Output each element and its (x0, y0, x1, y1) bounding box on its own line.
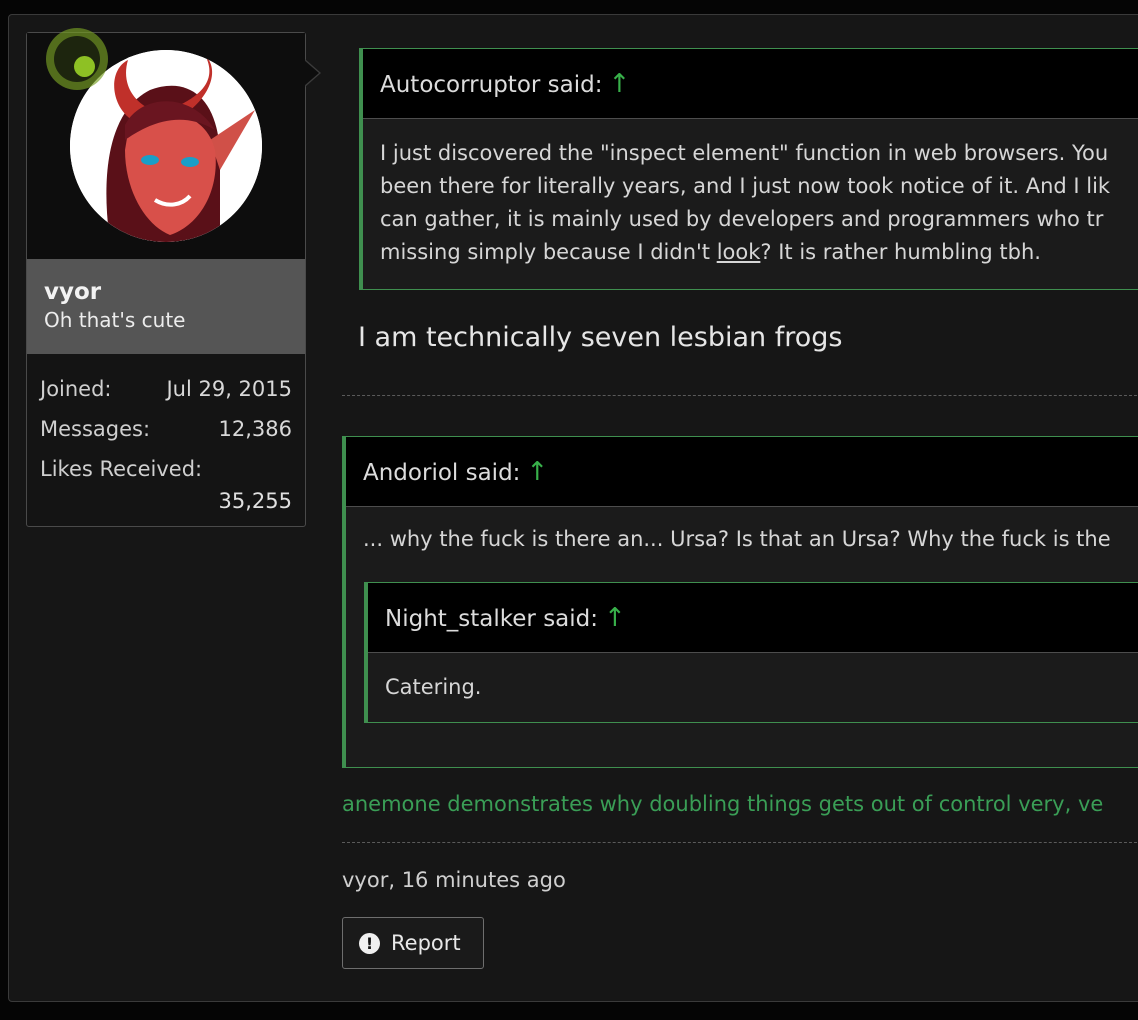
quote-header: Andoriol said: ↑ (346, 437, 1138, 507)
post-message-text: I am technically seven lesbian frogs (358, 322, 843, 353)
quote-autocorruptor: Autocorruptor said: ↑ I just discovered t… (359, 48, 1138, 290)
jump-to-quote-arrow-icon[interactable]: ↑ (604, 603, 626, 633)
stat-likes-value: 35,255 (218, 489, 292, 513)
quote-text: missing simply because I didn't (380, 240, 717, 264)
exclamation-icon: ! (359, 932, 380, 954)
user-signature: anemone demonstrates why doubling things… (342, 792, 1104, 816)
quote-line: been there for literally years, and I ju… (380, 174, 1111, 198)
quote-night-stalker: Night_stalker said: ↑ Catering. (364, 582, 1138, 723)
report-button[interactable]: ! Report (342, 917, 484, 969)
stat-messages-value[interactable]: 12,386 (219, 409, 292, 449)
stat-joined-label: Joined: (40, 377, 112, 401)
stat-likes: Likes Received: (40, 449, 292, 489)
quote-body: I just discovered the "inspect element" … (363, 119, 1138, 269)
avatar-pointer-arrow (304, 59, 321, 87)
quote-body: ... why the fuck is there an... Ursa? Is… (363, 527, 1111, 551)
quote-author: Andoriol said: (363, 460, 521, 486)
user-card: vyor Oh that's cute Joined: Jul 29, 2015… (26, 28, 321, 527)
username-link[interactable]: vyor (44, 277, 305, 307)
stat-joined-value: Jul 29, 2015 (166, 377, 292, 401)
stat-messages-label: Messages: (40, 417, 151, 441)
quote-header: Night_stalker said: ↑ (368, 583, 1138, 653)
quote-line: I just discovered the "inspect element" … (380, 141, 1109, 165)
quote-line: missing simply because I didn't look? It… (380, 236, 1138, 269)
stat-joined: Joined: Jul 29, 2015 (40, 369, 292, 409)
divider (342, 395, 1138, 396)
jump-to-quote-arrow-icon[interactable]: ↑ (526, 457, 548, 487)
divider (342, 842, 1138, 843)
report-label: Report (391, 931, 461, 955)
stat-likes-label: Likes Received: (40, 457, 203, 481)
quote-body: Catering. (385, 675, 482, 699)
quote-author: Night_stalker said: (385, 606, 599, 632)
jump-to-quote-arrow-icon[interactable]: ↑ (608, 69, 630, 99)
post-meta-author-time[interactable]: vyor, 16 minutes ago (342, 868, 566, 892)
online-status-dot-icon (74, 56, 95, 77)
user-name-block: vyor Oh that's cute (27, 259, 305, 354)
user-title: Oh that's cute (44, 308, 186, 332)
stat-messages: Messages: 12,386 (40, 409, 292, 449)
look-link[interactable]: look (717, 240, 761, 264)
quote-header: Autocorruptor said: ↑ (363, 49, 1138, 119)
avatar-area (27, 28, 305, 259)
user-stats: Joined: Jul 29, 2015 Messages: 12,386 Li… (40, 369, 292, 517)
quote-text: ? It is rather humbling tbh. (760, 240, 1041, 264)
quote-line: can gather, it is mainly used by develop… (380, 207, 1104, 231)
quote-author: Autocorruptor said: (380, 72, 603, 98)
